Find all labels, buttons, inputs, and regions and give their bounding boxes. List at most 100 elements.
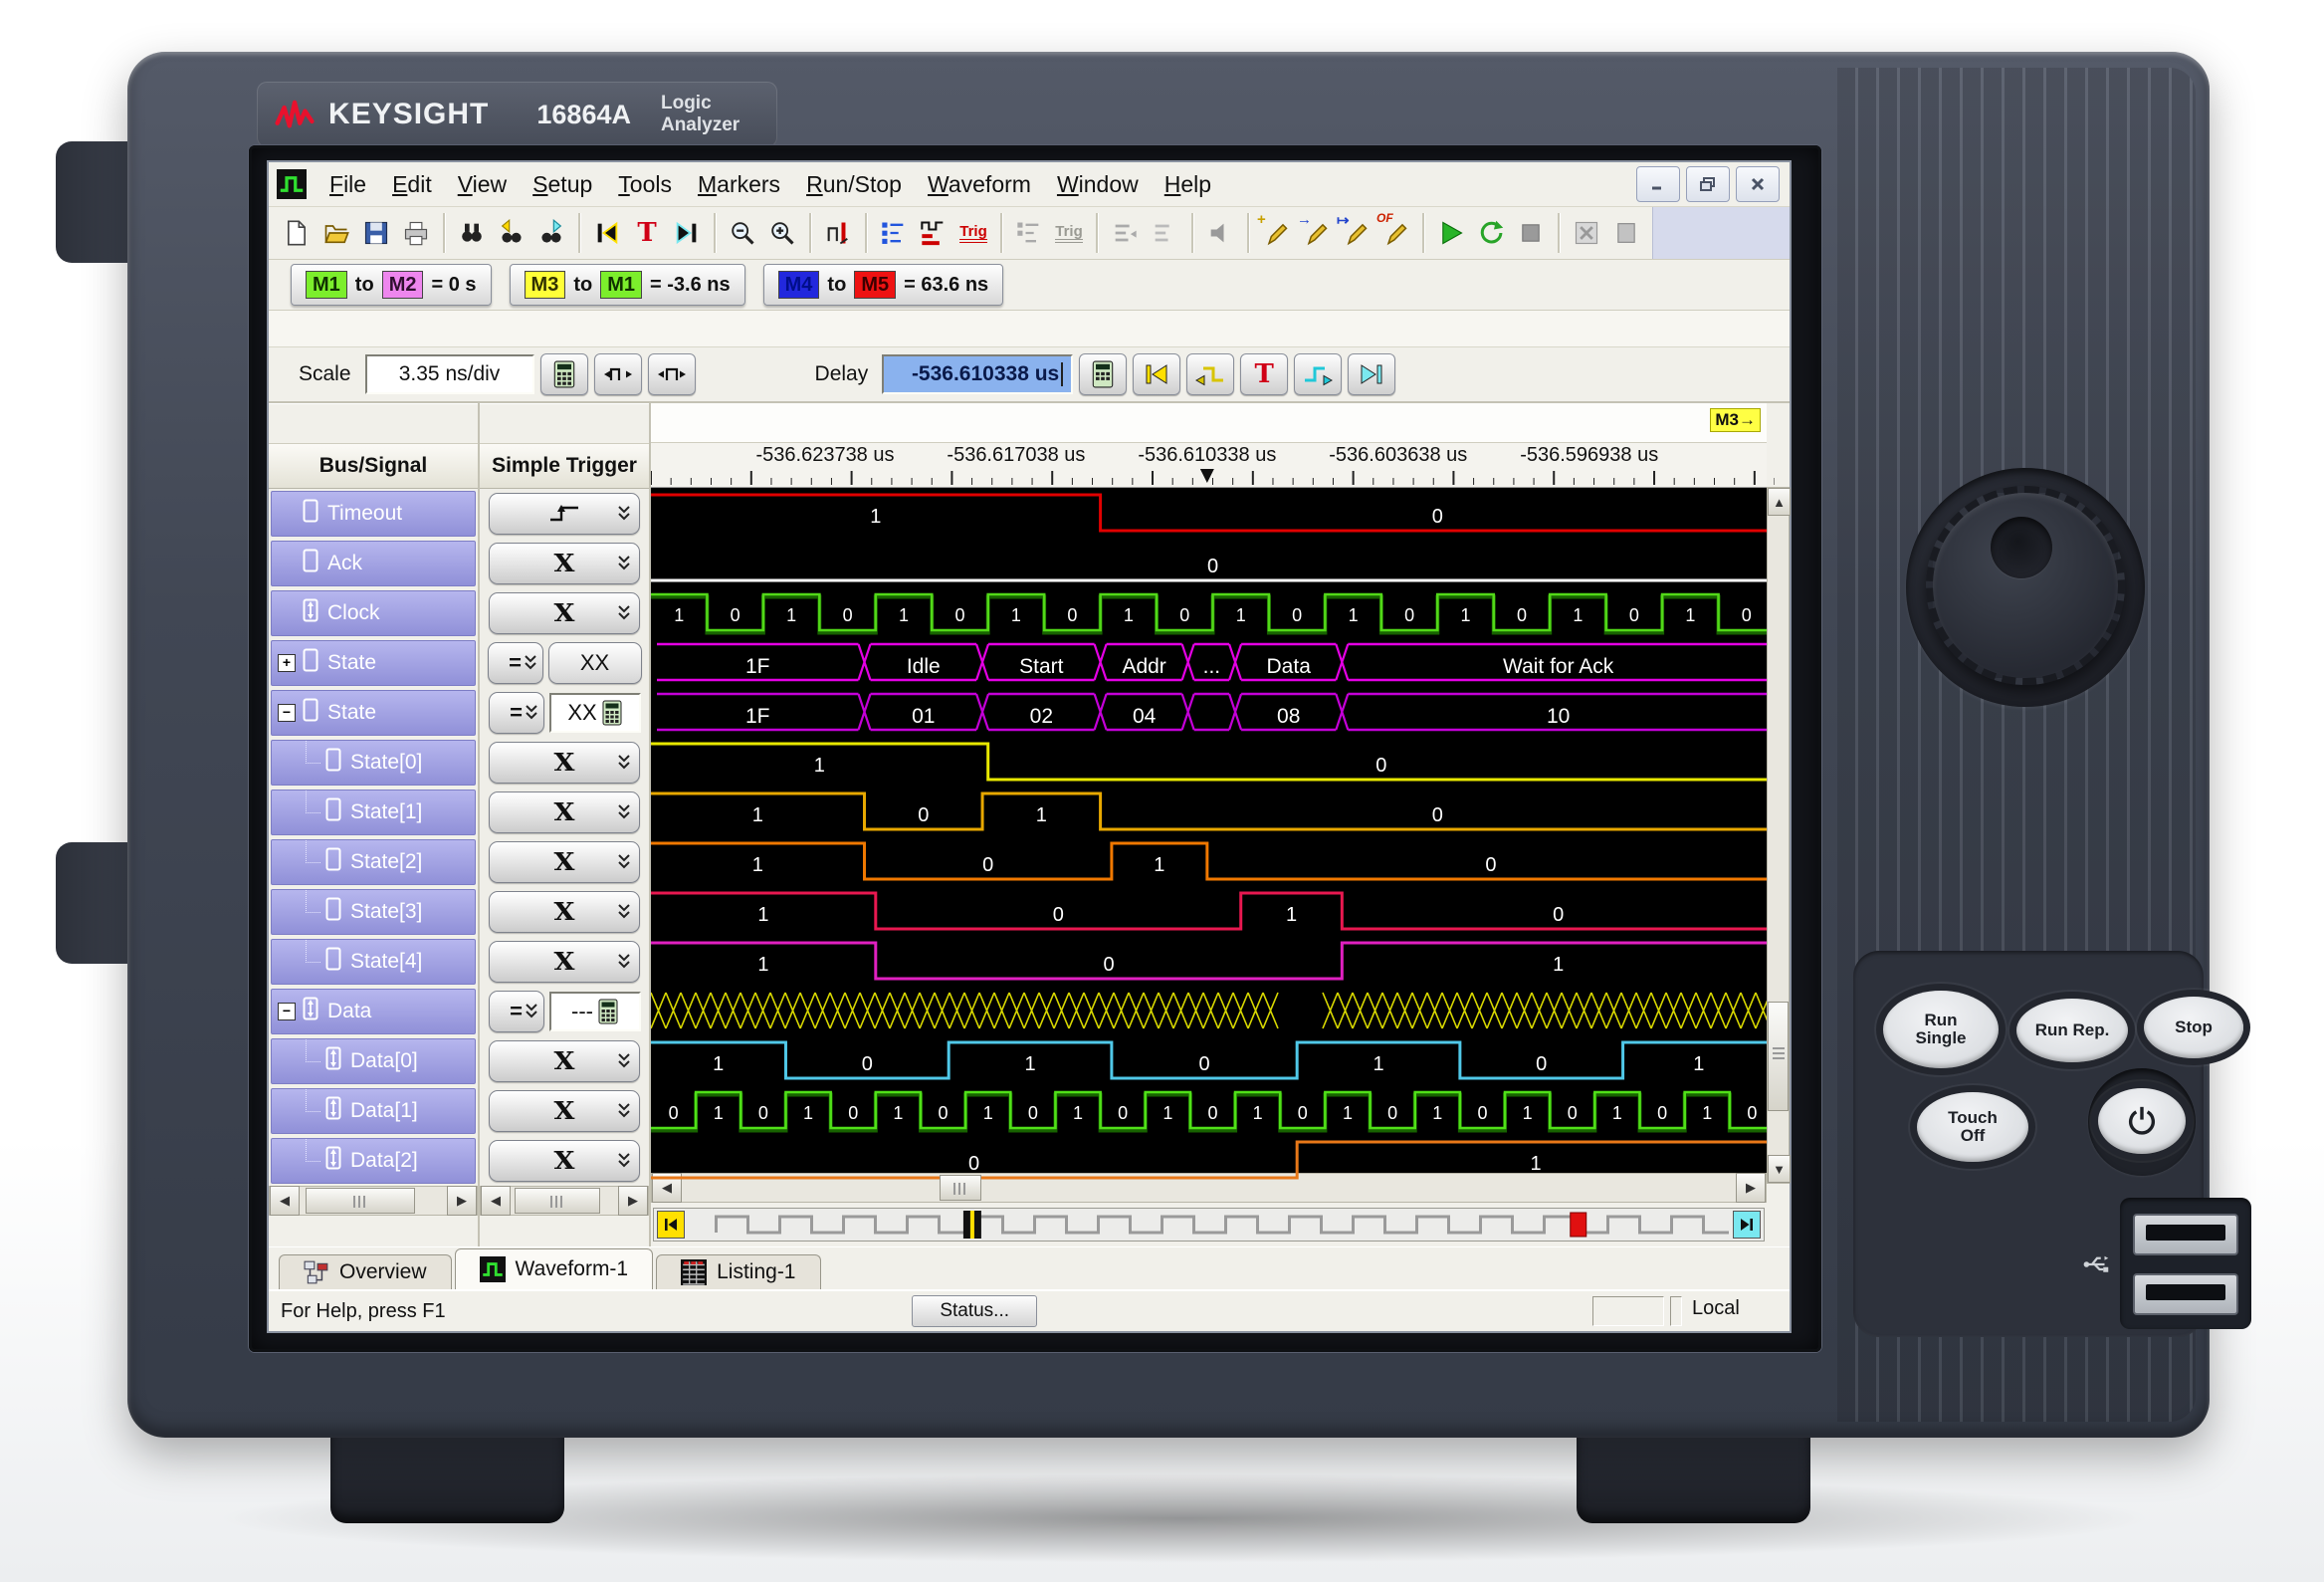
trigger-value-input[interactable]: --- (548, 992, 641, 1031)
scale-calculator-button[interactable] (539, 353, 588, 395)
signal-row-timeout[interactable]: Timeout (271, 491, 476, 537)
label-hscrollbar[interactable]: ◀ ▶ (269, 1186, 478, 1216)
run-single-button[interactable]: Run Single (1883, 991, 1999, 1068)
scroll-right-icon[interactable]: ▶ (447, 1186, 477, 1216)
signal-row-ack[interactable]: Ack (271, 541, 476, 586)
rotary-knob[interactable] (1926, 486, 2125, 685)
close-button[interactable] (1736, 166, 1780, 202)
print-icon[interactable] (396, 212, 436, 254)
run-repetitive-icon[interactable] (1471, 212, 1511, 254)
trigger-operator-dropdown[interactable]: = (488, 692, 544, 734)
menu-window[interactable]: Window (1044, 171, 1152, 198)
signal-row-state2[interactable]: State[2] (271, 839, 476, 885)
nav-trigger-marker[interactable] (1570, 1212, 1587, 1238)
trigger-dropdown-anystate[interactable]: X (489, 543, 640, 584)
collapse-minus-icon[interactable]: − (278, 1003, 296, 1020)
signal-row-state[interactable]: + State (271, 640, 476, 686)
menu-setup[interactable]: Setup (520, 171, 605, 198)
signal-row-data1[interactable]: Data[1] (271, 1088, 476, 1134)
delay-calculator-button[interactable] (1079, 353, 1128, 395)
marker-pair-button-1[interactable]: M1 to M2 = 0 s (291, 264, 492, 306)
signal-row-state1[interactable]: State[1] (271, 790, 476, 835)
marker-pair-button-3[interactable]: M4 to M5 = 63.6 ns (762, 264, 1004, 306)
signal-row-state[interactable]: − State (271, 690, 476, 736)
usb-port-top[interactable] (2133, 1214, 2238, 1255)
menu-help[interactable]: Help (1152, 171, 1224, 198)
bus-signal-setup-icon[interactable] (914, 212, 953, 254)
marker-pair-button-2[interactable]: M3 to M1 = -3.6 ns (509, 264, 745, 306)
scroll-up-icon[interactable]: ▲ (1768, 488, 1791, 516)
signal-row-state0[interactable]: State[0] (271, 740, 476, 786)
zoom-in-time-button[interactable] (593, 353, 642, 395)
menu-markers[interactable]: Markers (685, 171, 793, 198)
previous-edge-button[interactable] (1186, 353, 1235, 395)
tab-listing1[interactable]: Listing-1 (656, 1254, 821, 1289)
menu-waveform[interactable]: Waveform (915, 171, 1044, 198)
signal-row-data0[interactable]: Data[0] (271, 1038, 476, 1084)
open-file-icon[interactable] (317, 212, 356, 254)
run-rep-button[interactable]: Run Rep. (2016, 999, 2128, 1062)
trigger-setup-icon[interactable]: Trig (953, 212, 993, 254)
goto-marker-pen-icon[interactable]: → (1296, 211, 1336, 254)
menu-tools[interactable]: Tools (605, 171, 685, 198)
waveform-vscrollbar[interactable]: ▲ ▼ (1767, 487, 1791, 1184)
delay-input[interactable]: -536.610338 us (882, 354, 1074, 394)
signal-row-state4[interactable]: State[4] (271, 939, 476, 985)
overview-setup-icon[interactable] (874, 212, 914, 254)
signal-row-state3[interactable]: State[3] (271, 889, 476, 935)
status-button[interactable]: Status... (912, 1295, 1038, 1327)
next-edge-button[interactable] (1294, 353, 1343, 395)
menu-edit[interactable]: Edit (379, 171, 445, 198)
scroll-down-icon[interactable]: ▼ (1768, 1155, 1791, 1183)
trigger-value-input[interactable]: XX (548, 693, 641, 733)
trigger-hscrollbar[interactable]: ◀ ▶ (480, 1186, 649, 1216)
stop-button[interactable]: Stop (2144, 997, 2243, 1058)
data-navigation-bar[interactable] (653, 1207, 1765, 1242)
goto-end-of-data-button[interactable] (1348, 353, 1396, 395)
collapse-minus-icon[interactable]: − (278, 704, 296, 722)
find-next-icon[interactable] (531, 212, 571, 254)
touch-off-button[interactable]: Touch Off (1917, 1092, 2028, 1162)
add-marker-pen-icon[interactable]: + (1256, 211, 1296, 254)
goto-begin-icon[interactable] (587, 212, 627, 254)
waveform-hscrollbar[interactable]: ◀ ▶ (651, 1172, 1767, 1203)
signal-row-data2[interactable]: Data[2] (271, 1138, 476, 1184)
goto-trigger-icon[interactable]: T (627, 212, 667, 254)
menu-runstop[interactable]: Run/Stop (793, 171, 915, 198)
tab-overview[interactable]: Overview (279, 1254, 452, 1289)
trigger-dropdown-anystate[interactable]: X (489, 742, 640, 784)
zoom-in-icon[interactable] (762, 212, 802, 254)
save-icon[interactable] (356, 212, 396, 254)
menu-file[interactable]: File (317, 171, 379, 198)
find-previous-icon[interactable] (492, 212, 531, 254)
trigger-dropdown-anystate[interactable]: X (489, 791, 640, 833)
trigger-dropdown-anystate[interactable]: X (489, 841, 640, 883)
run-icon[interactable] (1431, 212, 1471, 254)
restore-button[interactable] (1686, 166, 1730, 202)
new-file-icon[interactable] (277, 212, 317, 254)
waveform-display[interactable]: 1 0 0 1 0 1 0 1 0 1 0 1 0 1 0 1 0 1 0 1 0 1 0 1F Idle Start Addr..… (651, 488, 1775, 1180)
trigger-dropdown-anystate[interactable]: X (489, 1140, 640, 1182)
power-button[interactable] (2098, 1088, 2186, 1154)
zoom-out-icon[interactable] (723, 212, 762, 254)
goto-trigger-button[interactable]: T (1240, 353, 1289, 395)
marker-overflow-pen-icon[interactable]: OF (1375, 211, 1415, 254)
scroll-right-icon[interactable]: ▶ (618, 1186, 648, 1216)
nav-goto-begin-button[interactable] (657, 1210, 685, 1239)
tab-waveform1[interactable]: Waveform-1 (454, 1248, 654, 1289)
marker-tool-icon[interactable] (818, 212, 858, 254)
menu-view[interactable]: View (445, 171, 520, 198)
find-icon[interactable] (452, 212, 492, 254)
marker-time-pen-icon[interactable]: ↦ (1336, 212, 1375, 254)
signal-row-clock[interactable]: Clock (271, 590, 476, 636)
scroll-left-icon[interactable]: ◀ (481, 1186, 511, 1216)
zoom-out-time-button[interactable] (647, 353, 696, 395)
signal-row-data[interactable]: − Data (271, 989, 476, 1034)
trigger-dropdown-edge[interactable] (489, 493, 640, 535)
trigger-dropdown-anystate[interactable]: X (489, 592, 640, 634)
trigger-dropdown-anystate[interactable]: X (489, 941, 640, 983)
goto-end-icon[interactable] (667, 212, 707, 254)
trigger-operator-dropdown[interactable]: = (488, 991, 544, 1032)
trigger-dropdown-anystate[interactable]: X (489, 1040, 640, 1082)
trigger-value-button[interactable]: XX (547, 642, 642, 684)
